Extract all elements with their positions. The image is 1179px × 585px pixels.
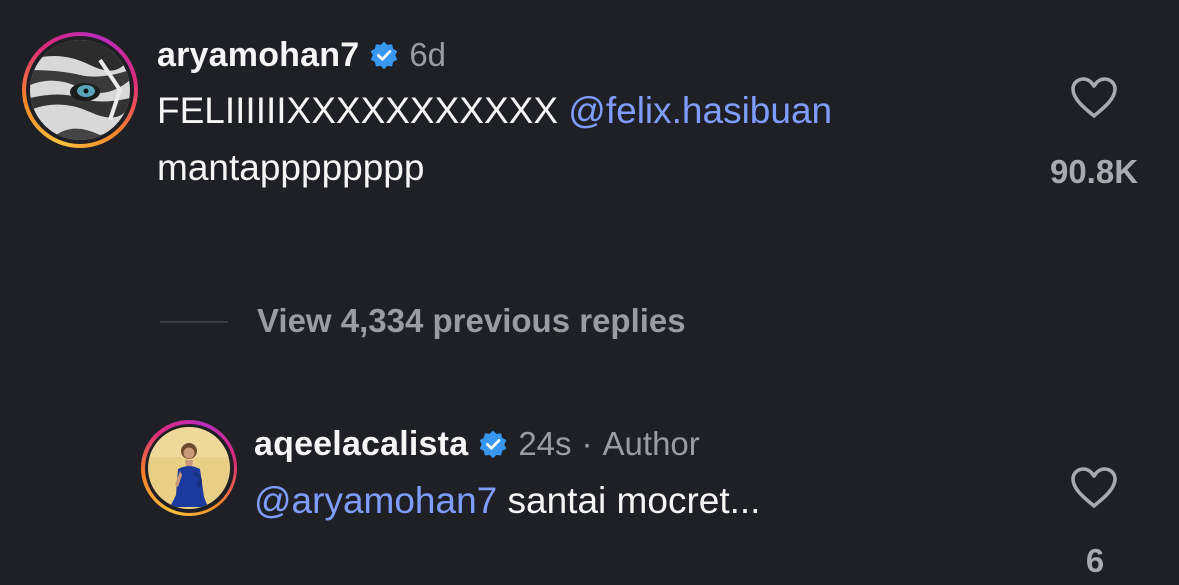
avatar-photo [30,40,130,140]
replies-divider [160,321,228,323]
comment-age: 6d [409,36,447,73]
reply-avatar-photo [148,427,230,509]
comment-header: aryamohan7 6d [157,33,446,77]
heart-outline-icon [1071,77,1117,118]
reply-mention[interactable]: @aryamohan7 [254,480,497,521]
meta-separator: · [581,425,593,462]
reply-like-count: 6 [1085,542,1105,579]
reply-username[interactable]: aqeelacalista [254,425,468,464]
comment-text-line1: FELIIIIIIXXXXXXXXXXX [157,90,559,131]
comment-text: FELIIIIIIXXXXXXXXXXX @felix.hasibuan man… [157,82,832,196]
comment-like-button[interactable] [1070,76,1118,120]
comment-text-line2: mantapppppppp [157,147,425,188]
comment-mention[interactable]: @felix.hasibuan [568,90,832,131]
reply-like-button[interactable] [1070,466,1118,510]
heart-outline-icon [1071,467,1117,508]
reply-text: @aryamohan7 santai mocret... [254,472,760,529]
avatar[interactable] [22,32,138,148]
reply-age: 24s [518,425,572,462]
view-previous-replies-button[interactable]: View 4,334 previous replies [257,302,686,340]
verified-badge-icon [369,40,399,70]
verified-badge-icon [478,429,508,459]
comment-username[interactable]: aryamohan7 [157,36,359,75]
reply-header: aqeelacalista 24s · Author [254,422,700,466]
comment-like-count: 90.8K [1049,153,1139,190]
reply-text-body: santai mocret... [507,480,761,521]
author-badge: Author [602,425,700,462]
reply-avatar[interactable] [141,420,237,516]
